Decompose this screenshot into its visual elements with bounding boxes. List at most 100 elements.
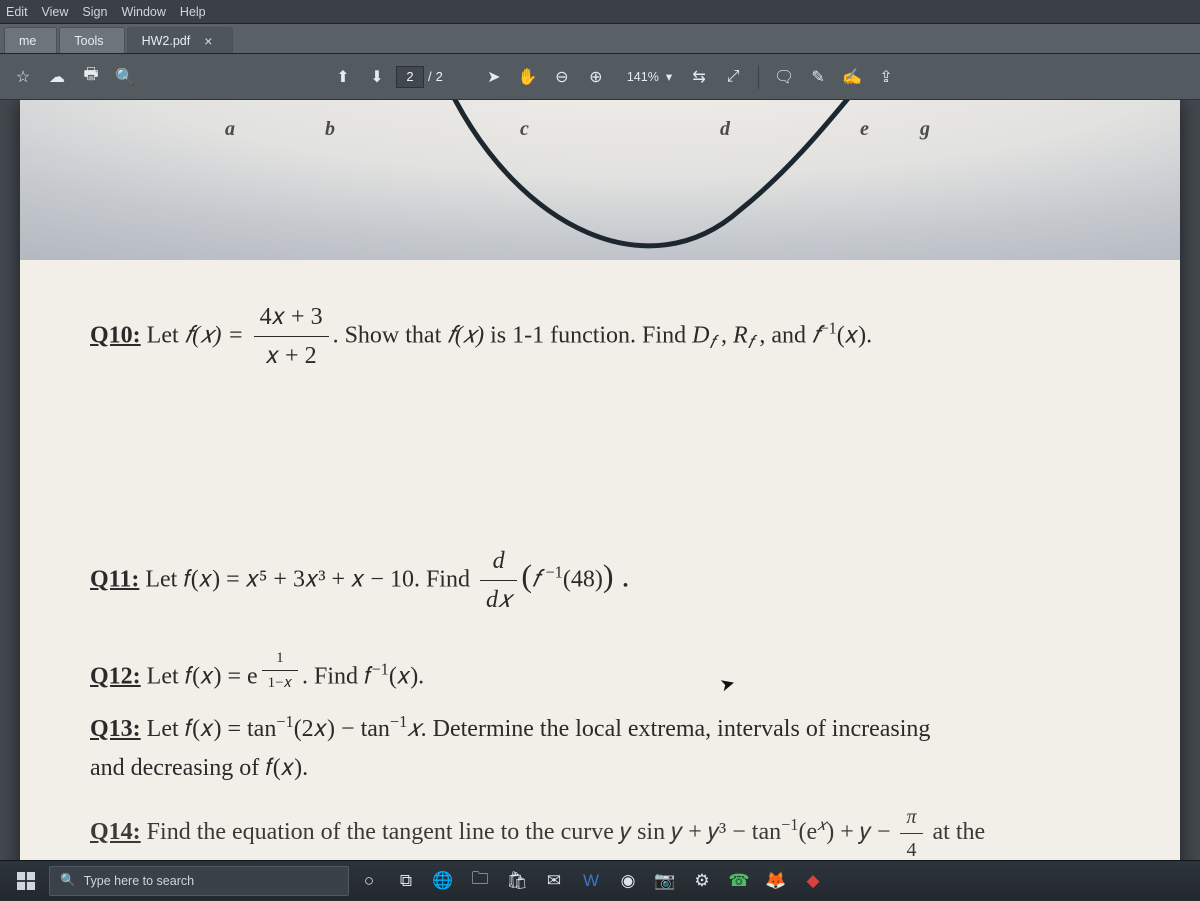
q12-exp-num: 1 bbox=[262, 646, 298, 671]
tab-tools-label: Tools bbox=[74, 34, 103, 48]
camera-icon[interactable]: 📷 bbox=[648, 864, 682, 898]
q14-pi4: π4 bbox=[900, 801, 922, 860]
chrome-icon[interactable]: ◉ bbox=[611, 864, 645, 898]
chevron-down-icon[interactable]: ▾ bbox=[666, 69, 672, 84]
q10-post1: . Show that bbox=[333, 322, 448, 348]
acrobat-icon[interactable]: ◆ bbox=[796, 864, 830, 898]
cloud-icon[interactable]: ☁ bbox=[42, 62, 72, 92]
print-icon[interactable]: 🖶 bbox=[76, 62, 106, 92]
q13-inv1: −1 bbox=[276, 712, 293, 731]
q10-label: Q10: bbox=[90, 322, 141, 348]
firefox-icon[interactable]: 🦊 bbox=[759, 864, 793, 898]
taskbar-search-icon: 🔍 bbox=[60, 873, 76, 888]
task-view-icon[interactable]: ⧉ bbox=[389, 864, 423, 898]
word-icon[interactable]: W bbox=[574, 864, 608, 898]
store-icon[interactable]: 🛍 bbox=[500, 864, 534, 898]
q14-tail2: at the bbox=[927, 819, 986, 845]
page-indicator: 2 / 2 bbox=[396, 66, 443, 88]
star-icon[interactable]: ☆ bbox=[8, 62, 38, 92]
zoom-in-icon[interactable]: ⊕ bbox=[581, 62, 611, 92]
tick-a: a bbox=[225, 118, 235, 141]
q12-label: Q12: bbox=[90, 663, 141, 689]
edge-icon[interactable]: 🌐 bbox=[426, 864, 460, 898]
page-up-icon[interactable]: ⬆ bbox=[328, 62, 358, 92]
q13-ta: Let 𝑓(𝑥) = tan bbox=[141, 716, 277, 742]
q11-dnum: d bbox=[480, 542, 517, 581]
close-icon[interactable]: × bbox=[204, 33, 212, 49]
q10-df: D bbox=[692, 322, 709, 348]
tick-c: c bbox=[520, 118, 529, 141]
page-body: Q10: Let 𝑓(𝑥) = 4𝑥 + 3𝑥 + 2. Show that 𝑓… bbox=[90, 298, 1110, 860]
select-tool-icon[interactable]: ➤ bbox=[479, 62, 509, 92]
explorer-icon[interactable]: 🗀 bbox=[463, 864, 497, 898]
q10-num: 4𝑥 + 3 bbox=[254, 298, 329, 337]
tick-b: b bbox=[325, 118, 335, 141]
q10-finv-tail: (𝑥). bbox=[837, 322, 872, 348]
q12-tb: . Find 𝑓 bbox=[302, 663, 371, 689]
tab-document-label: HW2.pdf bbox=[142, 34, 191, 48]
q11-finv: 𝑓 bbox=[532, 566, 545, 592]
zoom-out-icon[interactable]: ⊖ bbox=[547, 62, 577, 92]
q11-pc: ) . bbox=[603, 557, 630, 593]
page-down-icon[interactable]: ⬇ bbox=[362, 62, 392, 92]
start-button[interactable] bbox=[6, 861, 46, 901]
menu-edit[interactable]: Edit bbox=[6, 5, 28, 19]
q12-ta: Let 𝑓(𝑥) = e bbox=[141, 663, 258, 689]
q14-expx: 𝑥 bbox=[817, 815, 826, 834]
q11-dden: d𝑥 bbox=[480, 581, 517, 619]
question-12: Q12: Let 𝑓(𝑥) = e11−𝑥. Find 𝑓−1(𝑥). bbox=[90, 646, 1110, 696]
divider bbox=[758, 65, 759, 89]
page-current-input[interactable]: 2 bbox=[396, 66, 424, 88]
q10-finv-exp: −1 bbox=[819, 318, 836, 337]
fit-page-icon[interactable]: ⤢ bbox=[718, 62, 748, 92]
q13-line2: and decreasing of 𝑓(𝑥). bbox=[90, 755, 308, 781]
highlight-icon[interactable]: ✎ bbox=[803, 62, 833, 92]
page-total: 2 bbox=[436, 69, 443, 84]
q12-inv: −1 bbox=[371, 659, 388, 678]
menu-window[interactable]: Window bbox=[121, 5, 165, 19]
q10-c1: , bbox=[715, 322, 733, 348]
share-icon[interactable]: ⇪ bbox=[871, 62, 901, 92]
fit-width-icon[interactable]: ⇆ bbox=[684, 62, 714, 92]
tab-tools[interactable]: Tools bbox=[59, 27, 124, 53]
q10-c2: , and bbox=[753, 322, 812, 348]
question-10: Q10: Let 𝑓(𝑥) = 4𝑥 + 3𝑥 + 2. Show that 𝑓… bbox=[90, 298, 1110, 376]
sign-icon[interactable]: ✍ bbox=[837, 62, 867, 92]
zoom-box[interactable]: 141% ▾ bbox=[623, 69, 672, 84]
q14-text: Find the equation of the tangent line to… bbox=[141, 819, 781, 845]
q12-exp-den: 1−𝑥 bbox=[262, 671, 298, 695]
taskbar-search[interactable]: 🔍 Type here to search bbox=[49, 866, 349, 896]
search-icon[interactable]: 🔍 bbox=[110, 62, 140, 92]
whatsapp-icon[interactable]: ☎ bbox=[722, 864, 756, 898]
menu-view[interactable]: View bbox=[42, 5, 69, 19]
cortana-icon[interactable]: ○ bbox=[352, 864, 386, 898]
menu-help[interactable]: Help bbox=[180, 5, 206, 19]
comment-icon[interactable]: 🗨 bbox=[769, 62, 799, 92]
tab-document[interactable]: HW2.pdf × bbox=[127, 27, 234, 53]
taskbar: 🔍 Type here to search ○ ⧉ 🌐 🗀 🛍 ✉ W ◉ 📷 … bbox=[0, 860, 1200, 900]
mail-icon[interactable]: ✉ bbox=[537, 864, 571, 898]
question-14: Q14: Find the equation of the tangent li… bbox=[90, 801, 1110, 860]
tab-home[interactable]: me bbox=[4, 27, 57, 53]
q14-tail1: ) + 𝑦 − bbox=[826, 819, 896, 845]
taskbar-search-placeholder: Type here to search bbox=[84, 874, 194, 888]
tick-d: d bbox=[720, 118, 730, 141]
q10-fx2: 𝑓(𝑥) bbox=[447, 322, 484, 348]
menu-sign[interactable]: Sign bbox=[82, 5, 107, 19]
q10-fx: 𝑓(𝑥) = bbox=[185, 322, 250, 348]
photo-glare bbox=[20, 100, 1180, 260]
q10-frac: 4𝑥 + 3𝑥 + 2 bbox=[254, 298, 329, 376]
page-separator: / bbox=[428, 69, 432, 84]
tick-g: g bbox=[920, 118, 930, 141]
q10-post2: is 1-1 function. Find bbox=[484, 322, 692, 348]
q11-po: ( bbox=[521, 557, 532, 593]
menubar: Edit View Sign Window Help bbox=[0, 0, 1200, 24]
q14-4: 4 bbox=[900, 834, 922, 860]
document-viewport[interactable]: a b c d e g Q10: Let 𝑓(𝑥) = 4𝑥 + 3𝑥 + 2.… bbox=[0, 100, 1200, 860]
hand-tool-icon[interactable]: ✋ bbox=[513, 62, 543, 92]
q13-inv2: −1 bbox=[390, 712, 407, 731]
settings-icon[interactable]: ⚙ bbox=[685, 864, 719, 898]
toolbar: ☆ ☁ 🖶 🔍 ⬆ ⬇ 2 / 2 ➤ ✋ ⊖ ⊕ 141% ▾ ⇆ ⤢ 🗨 ✎… bbox=[0, 54, 1200, 100]
tabstrip: me Tools HW2.pdf × bbox=[0, 24, 1200, 54]
q14-pi: π bbox=[900, 801, 922, 834]
